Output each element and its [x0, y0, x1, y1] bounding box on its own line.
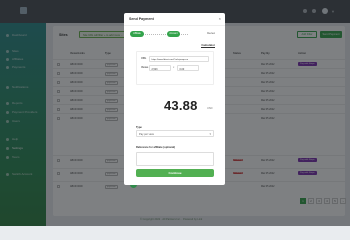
type-label: Type: [136, 126, 142, 129]
send-payment-modal: Send Payment × Affiliate Amount Review C…: [124, 13, 225, 185]
reference-textarea[interactable]: [136, 152, 214, 166]
close-icon[interactable]: ×: [219, 16, 221, 21]
type-select-value: Pay per view: [139, 133, 154, 136]
chevron-down-icon: ▾: [209, 132, 211, 136]
step-review: Review: [204, 31, 218, 37]
calculator-box: URL https://www.fbtest.com/?ref=jsmqer.r…: [136, 51, 214, 85]
reference-label: Reference for affiliate (optional): [136, 146, 176, 149]
views-input[interactable]: 2,523: [149, 65, 171, 71]
step-amount[interactable]: Amount: [167, 31, 180, 37]
type-select[interactable]: Pay per view ▾: [136, 130, 214, 137]
multiply-sign: x: [173, 66, 175, 69]
views-label: Views: [141, 66, 149, 69]
rate-input[interactable]: 0.00: [177, 65, 199, 71]
payment-amount[interactable]: 43.88: [164, 98, 198, 113]
step-affiliate[interactable]: Affiliate: [130, 31, 144, 37]
url-label: URL: [141, 57, 147, 60]
stepper-line: [141, 34, 189, 35]
currency-label: USD: [207, 107, 213, 110]
calculator-link[interactable]: Calculator: [201, 43, 215, 48]
continue-button[interactable]: Continue: [136, 169, 214, 177]
modal-title: Send Payment: [129, 17, 154, 21]
url-input[interactable]: https://www.fbtest.com/?ref=jsmqer.re: [149, 56, 209, 62]
